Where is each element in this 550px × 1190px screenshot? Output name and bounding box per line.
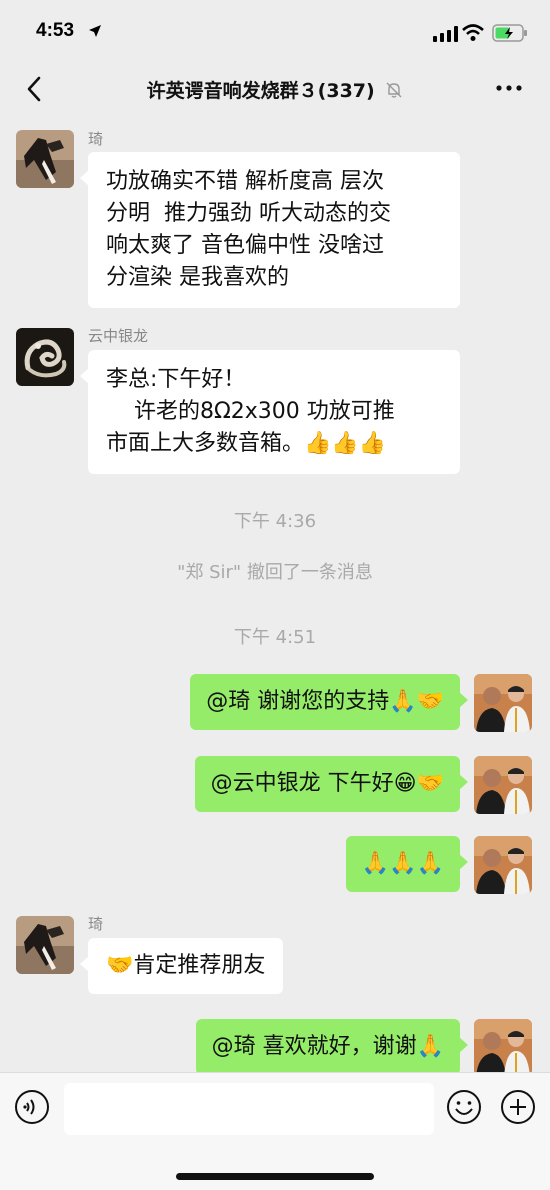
battery-icon — [492, 24, 527, 42]
sender-name: 琦 — [88, 915, 104, 933]
plus-icon[interactable] — [500, 1089, 536, 1125]
message-input[interactable] — [64, 1083, 434, 1135]
message-bubble[interactable]: 🤝肯定推荐朋友 — [79, 938, 284, 994]
more-dots-icon[interactable] — [494, 78, 524, 98]
message-bubble-out[interactable]: 🙏🙏🙏 — [345, 836, 469, 892]
avatar-qi[interactable] — [16, 130, 74, 188]
avatar-image — [474, 1019, 532, 1077]
emoji-sequence: 🙏🙏🙏 — [361, 851, 444, 876]
avatar-image — [474, 836, 532, 894]
avatar-image — [16, 916, 74, 974]
timestamp: 下午 4:51 — [233, 627, 317, 648]
message-bubble-out[interactable]: @琦 喜欢就好，谢谢🙏 — [195, 1019, 469, 1075]
timestamp: 下午 4:36 — [233, 511, 317, 532]
message-text: @琦 谢谢您的支持 — [206, 689, 390, 714]
avatar-self[interactable] — [474, 674, 532, 732]
message-bubble-out[interactable]: @云中银龙 下午好😁🤝 — [194, 756, 469, 812]
chat-title-text: 许英谔音响发烧群３(337) — [146, 80, 375, 102]
wifi-icon — [462, 24, 484, 41]
avatar-self[interactable] — [474, 756, 532, 814]
location-arrow-icon — [89, 25, 101, 37]
avatar-image — [16, 328, 74, 386]
sender-name: 琦 — [88, 130, 104, 148]
nav-bar: 许英谔音响发烧群３(337) — [0, 64, 550, 116]
status-bar: 4:53 — [0, 0, 550, 64]
voice-icon[interactable] — [14, 1089, 50, 1125]
message-text: @云中银龙 下午好 — [210, 771, 394, 796]
bell-muted-icon — [386, 82, 402, 98]
chat-title: 许英谔音响发烧群３(337) — [0, 76, 550, 103]
status-time: 4:53 — [36, 20, 75, 41]
emoji-icon[interactable] — [446, 1089, 482, 1125]
avatar-yunzhongyinlong[interactable] — [16, 328, 74, 386]
avatar-self[interactable] — [474, 836, 532, 894]
message-bubble-out[interactable]: @琦 谢谢您的支持🙏🤝 — [190, 674, 468, 730]
home-indicator[interactable] — [176, 1173, 374, 1180]
recall-notice: "郑 Sir" 撤回了一条消息 — [177, 562, 373, 583]
message-bubble[interactable]: 功放确实不错 解析度高 层次 分明 推力强劲 听大动态的交 响太爽了 音色偏中性… — [80, 152, 460, 308]
message-text: @琦 喜欢就好，谢谢 — [211, 1034, 417, 1059]
input-bar — [0, 1072, 550, 1190]
avatar-image — [474, 674, 532, 732]
emoji-sequence: 🙏🤝 — [389, 689, 444, 714]
sender-name: 云中银龙 — [88, 327, 149, 345]
avatar-image — [16, 130, 74, 188]
handshake-emoji: 🤝 — [106, 953, 134, 978]
pray-emoji: 🙏 — [416, 1034, 444, 1059]
emoji-sequence: 😁🤝 — [393, 771, 444, 796]
avatar-qi[interactable] — [16, 916, 74, 974]
avatar-image — [474, 756, 532, 814]
avatar-self[interactable] — [474, 1019, 532, 1077]
message-text: 肯定推荐朋友 — [133, 953, 266, 978]
thumbs-up-emoji: 👍👍👍 — [304, 431, 387, 456]
signal-icon — [433, 26, 458, 42]
message-bubble[interactable]: 李总:下午好！ 许老的8Ω2x300 功放可推 市面上大多数音箱。👍👍👍 — [80, 350, 460, 474]
